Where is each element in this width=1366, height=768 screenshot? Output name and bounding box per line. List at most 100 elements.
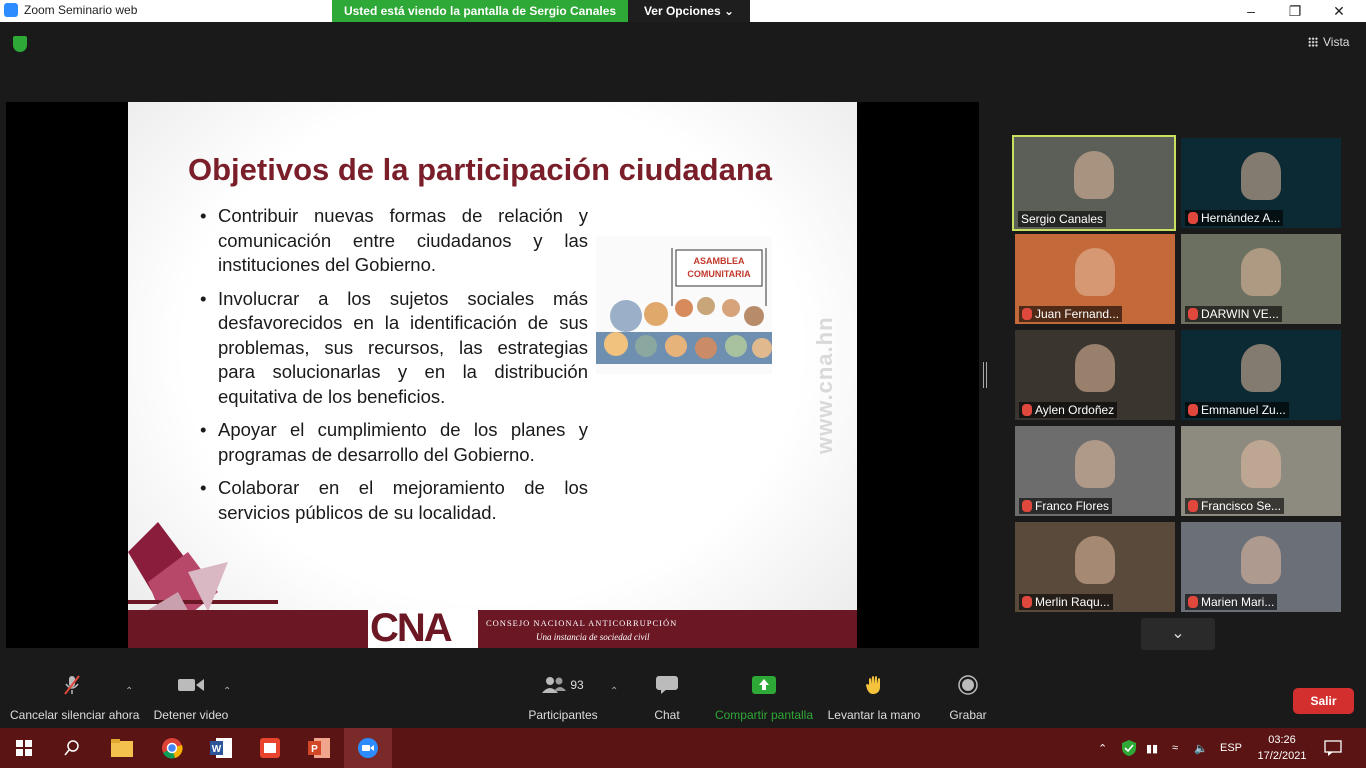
wifi-icon[interactable]: ≈ xyxy=(1172,728,1178,768)
participant-tile[interactable]: Aylen Ordoñez xyxy=(1015,330,1175,420)
record-icon xyxy=(958,675,978,695)
participant-name-tag: Sergio Canales xyxy=(1018,211,1107,227)
volume-icon[interactable]: 🔈 xyxy=(1194,728,1208,768)
language-indicator[interactable]: ESP xyxy=(1220,728,1242,768)
participant-video xyxy=(1075,248,1115,296)
slide-watermark: www.cna.hn xyxy=(812,316,837,454)
app-shield-icon xyxy=(260,738,280,758)
participant-name-tag: Franco Flores xyxy=(1019,498,1113,514)
participant-name: Francisco Se... xyxy=(1201,499,1282,513)
community-assembly-illustration: ASAMBLEA COMUNITARIA xyxy=(596,236,772,374)
view-options-button[interactable]: Ver Opciones ⌄ xyxy=(628,0,750,22)
panel-resize-handle[interactable] xyxy=(983,362,987,388)
participant-name-tag: Merlin Raqu... xyxy=(1019,594,1113,610)
participant-video xyxy=(1241,248,1281,296)
participant-tile[interactable]: Juan Fernand... xyxy=(1015,234,1175,324)
clock-date: 17/2/2021 xyxy=(1257,750,1307,762)
participant-video xyxy=(1074,151,1114,199)
org-tagline: Una instancia de sociedad civil xyxy=(536,632,650,642)
battery-icon[interactable]: ▮▮ xyxy=(1146,728,1158,768)
unmute-button[interactable]: Cancelar silenciar ahora xyxy=(10,672,139,722)
participant-tile[interactable]: Emmanuel Zu... xyxy=(1181,330,1341,420)
participant-name: Hernández A... xyxy=(1201,211,1281,225)
notifications-icon[interactable] xyxy=(1324,728,1342,768)
chat-icon-wrap xyxy=(638,672,696,698)
search-icon xyxy=(64,740,79,756)
folder-icon xyxy=(111,739,133,757)
show-hidden-icons[interactable]: ⌃ xyxy=(1098,728,1107,768)
hand-icon-wrap xyxy=(826,672,922,698)
participant-tile[interactable]: Franco Flores xyxy=(1015,426,1175,516)
share-screen-label: Compartir pantalla xyxy=(714,708,814,722)
stop-video-button[interactable]: Detener video xyxy=(152,672,230,722)
participant-name-tag: Emmanuel Zu... xyxy=(1185,402,1289,418)
cna-logo: CNA xyxy=(370,606,453,648)
defender-icon[interactable] xyxy=(1122,728,1136,768)
taskbar-app-red[interactable] xyxy=(246,728,294,768)
chat-button[interactable]: Chat xyxy=(638,672,696,722)
presentation-slide: Objetivos de la participación ciudadana … xyxy=(128,102,857,648)
taskbar-word[interactable]: W xyxy=(197,728,245,768)
taskbar-chrome[interactable] xyxy=(148,728,196,768)
zoom-logo-icon xyxy=(4,3,18,17)
shield-check-icon xyxy=(1122,740,1136,756)
participant-tile[interactable]: DARWIN VE... xyxy=(1181,234,1341,324)
app-title: Zoom Seminario web xyxy=(4,3,137,17)
muted-microphone-icon xyxy=(64,675,80,695)
grid-icon xyxy=(1308,37,1318,47)
search-button[interactable] xyxy=(48,728,96,768)
view-button[interactable]: Vista xyxy=(1308,35,1349,49)
chevron-down-icon: ⌄ xyxy=(723,4,735,18)
participant-name: DARWIN VE... xyxy=(1201,307,1279,321)
audio-options-caret[interactable]: ⌃ xyxy=(125,686,133,697)
participant-video xyxy=(1241,440,1281,488)
start-button[interactable] xyxy=(0,728,48,768)
bullet-item: Contribuir nuevas formas de relación y c… xyxy=(200,204,588,278)
slide-title: Objetivos de la participación ciudadana xyxy=(188,152,772,187)
participants-options-caret[interactable]: ⌃ xyxy=(610,686,618,697)
raise-hand-button[interactable]: Levantar la mano xyxy=(826,672,922,722)
participant-tile[interactable]: Sergio Canales xyxy=(1012,135,1176,231)
action-center-icon xyxy=(1324,740,1342,756)
participant-tile[interactable]: Hernández A... xyxy=(1181,138,1341,228)
raised-hand-icon xyxy=(866,676,880,694)
participant-name-tag: Marien Mari... xyxy=(1185,594,1278,610)
security-shield-icon[interactable] xyxy=(13,36,27,52)
participant-tile[interactable]: Marien Mari... xyxy=(1181,522,1341,612)
raise-hand-label: Levantar la mano xyxy=(827,708,921,722)
viewing-screen-label: Usted está viendo la pantalla de Sergio … xyxy=(332,0,628,22)
view-label: Vista xyxy=(1323,35,1350,49)
chevron-down-icon: ⌄ xyxy=(1171,625,1185,642)
video-options-caret[interactable]: ⌃ xyxy=(223,686,231,697)
participant-video xyxy=(1075,536,1115,584)
muted-microphone-icon xyxy=(1022,596,1032,608)
slide-footer xyxy=(128,610,857,648)
maximize-button[interactable]: ❐ xyxy=(1272,0,1318,22)
share-banner: Usted está viendo la pantalla de Sergio … xyxy=(332,0,750,22)
share-screen-button[interactable]: Compartir pantalla xyxy=(712,672,816,722)
close-button[interactable]: ✕ xyxy=(1316,0,1362,22)
participants-button[interactable]: 93 Participantes xyxy=(524,672,602,722)
taskbar-zoom[interactable] xyxy=(344,728,392,768)
record-button[interactable]: Grabar xyxy=(940,672,996,722)
participant-name: Emmanuel Zu... xyxy=(1201,403,1286,417)
bullet-item: Colaborar en el mejoramiento de los serv… xyxy=(200,476,588,525)
taskbar-powerpoint[interactable]: P xyxy=(295,728,343,768)
participant-name-tag: DARWIN VE... xyxy=(1185,306,1282,322)
meeting-toolbar: Cancelar silenciar ahora ⌃ Detener video… xyxy=(0,672,1366,728)
windows-taskbar: W P ⌃ ▮▮ ≈ 🔈 ESP 03:26 17/2/2021 xyxy=(0,728,1366,768)
muted-microphone-icon xyxy=(1022,500,1032,512)
participant-tile[interactable]: Francisco Se... xyxy=(1181,426,1341,516)
participant-name-tag: Juan Fernand... xyxy=(1019,306,1123,322)
taskbar-clock[interactable]: 03:26 17/2/2021 xyxy=(1252,732,1312,764)
taskbar-file-explorer[interactable] xyxy=(98,728,146,768)
participant-name: Franco Flores xyxy=(1035,499,1110,513)
gallery-next-button[interactable]: ⌄ xyxy=(1141,618,1215,650)
windows-logo-icon xyxy=(16,740,32,756)
leave-button[interactable]: Salir xyxy=(1293,688,1354,714)
minimize-button[interactable]: – xyxy=(1228,0,1274,22)
participant-name: Merlin Raqu... xyxy=(1035,595,1110,609)
participant-tile[interactable]: Merlin Raqu... xyxy=(1015,522,1175,612)
participant-video xyxy=(1241,344,1281,392)
chat-bubble-icon xyxy=(656,676,678,694)
